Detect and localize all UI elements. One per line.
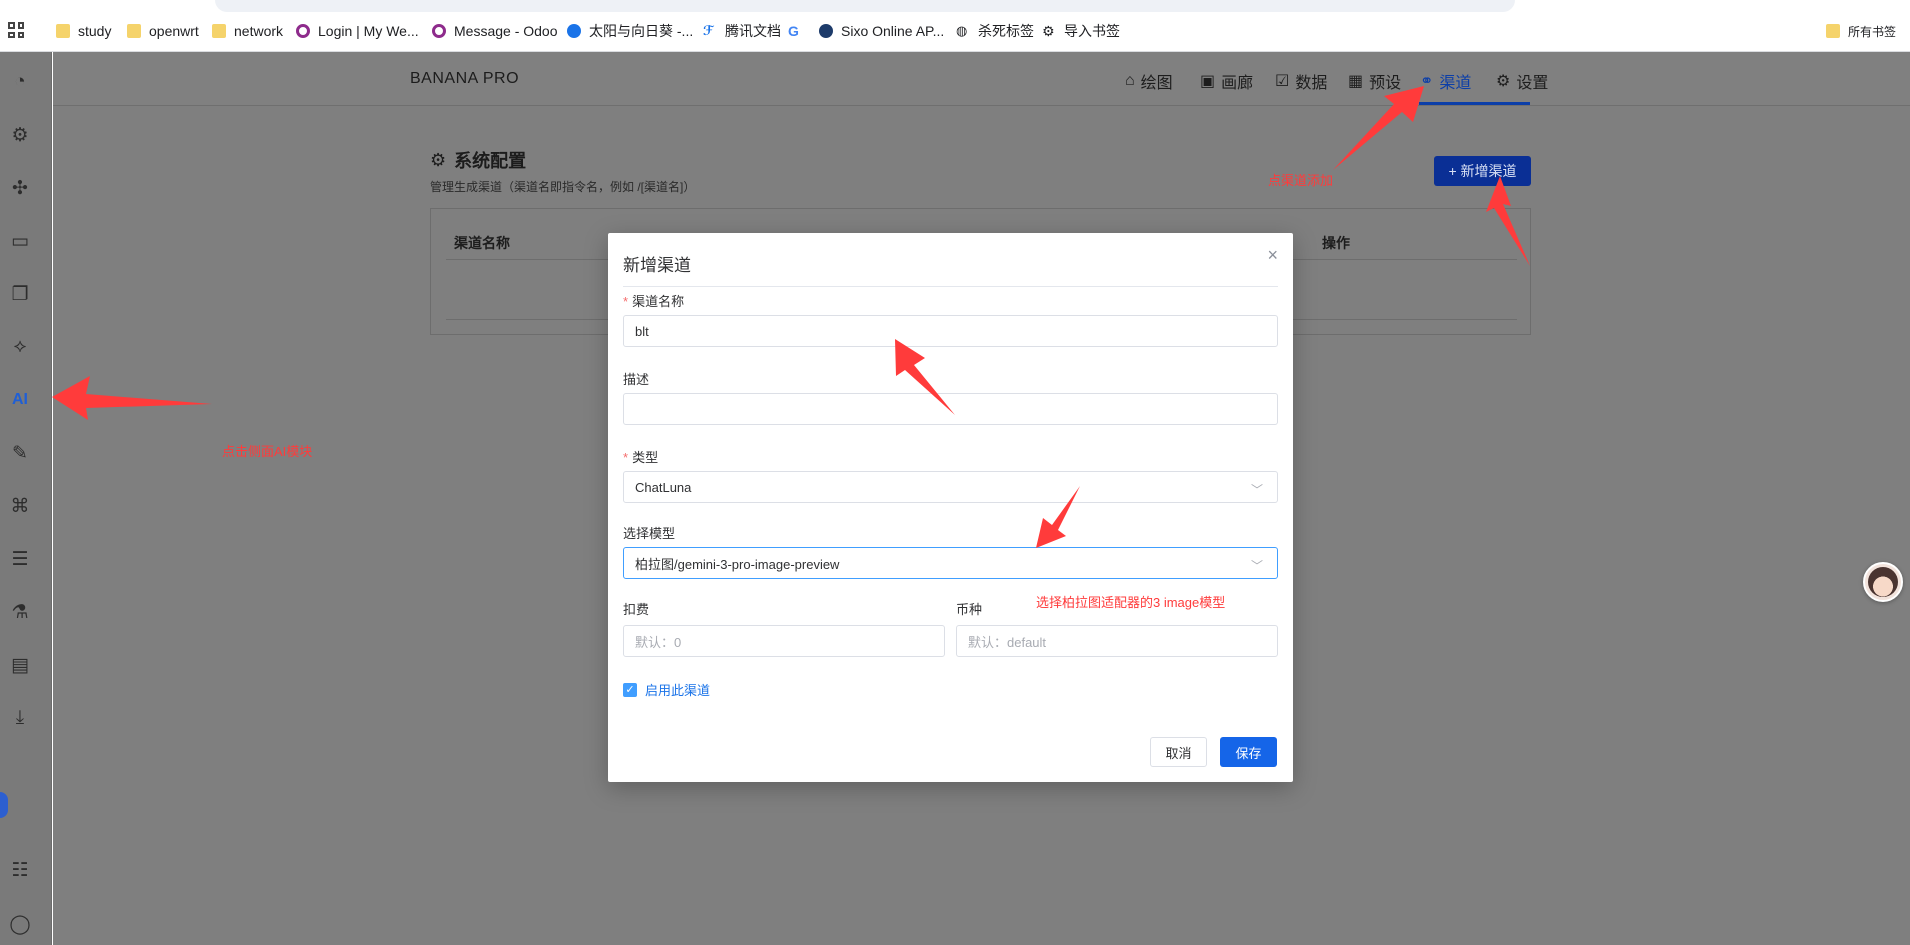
chevron-down-icon: ﹀: [1250, 483, 1263, 497]
nav-preset[interactable]: ▦ 预设: [1348, 69, 1401, 93]
enable-channel-checkbox[interactable]: ✓ 启用此渠道: [623, 680, 710, 699]
copy-icon[interactable]: ❐: [8, 282, 32, 306]
folder-icon: [127, 24, 141, 38]
page-title: ⚙ 系统配置: [430, 149, 527, 172]
bookmark-sixo[interactable]: Sixo Online AP...: [819, 20, 944, 42]
top-nav-bar: BANANA PRO ⌂ 绘图 ▣ 画廊 ☑ 数据 ▦ 预设 ⚭ 渠道 ⚙ 设置: [53, 52, 1910, 106]
apps-grid-icon[interactable]: [8, 22, 24, 38]
close-icon[interactable]: ×: [1267, 245, 1278, 266]
annotation-add-channel: 点渠道添加: [1268, 173, 1334, 188]
clipboard-icon[interactable]: ▤: [8, 653, 32, 677]
puzzle-icon[interactable]: ✣: [8, 176, 32, 200]
gear-icon: ⚙: [1042, 23, 1055, 39]
add-channel-button[interactable]: + 新增渠道: [1434, 156, 1531, 186]
active-tab-indicator: [1419, 102, 1530, 105]
avatar-face: [1868, 567, 1898, 597]
brush-icon: ⌂: [1125, 72, 1135, 89]
channel-name-label: * 渠道名称: [623, 294, 685, 309]
description-input[interactable]: [623, 393, 1278, 425]
bookmark-import[interactable]: ⚙ 导入书签: [1042, 20, 1120, 42]
type-select[interactable]: ChatLuna ﹀: [623, 471, 1278, 503]
column-header-actions: 操作: [1322, 235, 1350, 251]
dialog-title: 新增渠道: [623, 256, 691, 275]
brand-title: BANANA PRO: [410, 70, 520, 87]
bookmark-tencent-docs[interactable]: ℱ 腾讯文档: [703, 20, 781, 42]
network-icon[interactable]: ⟡: [8, 335, 32, 359]
gear-icon: ⚙: [1496, 73, 1511, 90]
column-header-name: 渠道名称: [454, 235, 510, 251]
bookmark-sunflower[interactable]: 太阳与向日葵 -...: [567, 20, 693, 42]
bookmark-all[interactable]: 所有书签: [1826, 20, 1896, 42]
bookmark-kill-tabs[interactable]: ◍ 杀死标签: [956, 20, 1034, 42]
data-icon: ☑: [1275, 73, 1290, 90]
annotation-select-model: 选择柏拉图适配器的3 image模型: [1036, 595, 1226, 610]
globe-icon: ◍: [956, 23, 968, 38]
flask-icon[interactable]: ⚗: [8, 600, 32, 624]
add-channel-dialog: 新增渠道 × * 渠道名称 blt 描述 * 类型 ChatLuna ﹀ 选择模型 柏…: [608, 233, 1293, 782]
tencent-docs-icon: ℱ: [703, 23, 714, 38]
currency-input[interactable]: 默认：default: [956, 625, 1278, 657]
google-icon: G: [788, 23, 799, 39]
nav-draw[interactable]: ⌂ 绘图: [1125, 69, 1173, 93]
bookmark-odoo[interactable]: Message - Odoo: [432, 20, 558, 42]
bookmark-google[interactable]: G: [788, 20, 810, 42]
edit-icon[interactable]: ✎: [8, 441, 32, 465]
check-icon: ✓: [623, 682, 637, 697]
folder-icon: [1826, 24, 1840, 38]
cancel-button[interactable]: 取消: [1150, 737, 1207, 767]
image-icon: ▣: [1200, 73, 1216, 90]
ai-icon[interactable]: AI: [8, 388, 32, 412]
folder-icon: [212, 24, 226, 38]
nav-channel[interactable]: ⚭ 渠道: [1420, 69, 1471, 93]
annotation-click-ai: 点击侧面AI模块: [222, 444, 313, 459]
description-label: 描述: [623, 372, 650, 387]
bookmark-network[interactable]: network: [212, 20, 283, 42]
currency-label: 币种: [956, 602, 983, 617]
bookmark-study[interactable]: study: [56, 20, 111, 42]
gear-icon[interactable]: ⚙: [8, 123, 32, 147]
cost-label: 扣费: [623, 602, 650, 617]
channel-name-input[interactable]: blt: [623, 315, 1278, 347]
command-icon[interactable]: ⌘: [8, 494, 32, 518]
dialog-divider: [623, 286, 1278, 287]
rail-indicator: [0, 792, 8, 818]
bookmark-login[interactable]: Login | My We...: [296, 20, 419, 42]
sixo-icon: [819, 24, 833, 38]
type-label: * 类型: [623, 450, 659, 465]
chevron-down-icon: ﹀: [1250, 559, 1263, 573]
nav-gallery[interactable]: ▣ 画廊: [1200, 69, 1253, 93]
preset-icon: ▦: [1348, 73, 1364, 90]
bookmark-openwrt[interactable]: openwrt: [127, 20, 199, 42]
address-bar-edge: [215, 0, 1515, 12]
ring-icon: [296, 24, 310, 38]
download-icon[interactable]: ⤓: [8, 706, 32, 730]
model-label: 选择模型: [623, 526, 676, 541]
nav-data[interactable]: ☑ 数据: [1275, 69, 1327, 93]
nav-settings[interactable]: ⚙ 设置: [1496, 69, 1548, 93]
bookmarks-bar: study openwrt network Login | My We... M…: [0, 0, 1910, 52]
ring-icon: [432, 24, 446, 38]
gear-icon: ⚙: [430, 149, 447, 170]
model-select[interactable]: 柏拉图/gemini-3-pro-image-preview ﹀: [623, 547, 1278, 579]
assistant-avatar[interactable]: [1863, 562, 1903, 602]
save-button[interactable]: 保存: [1220, 737, 1277, 767]
sliders-icon[interactable]: ☷: [8, 858, 32, 882]
page-description: 管理生成渠道（渠道名即指令名，例如 /[渠道名]）: [430, 180, 696, 194]
blue-circle-icon: [567, 24, 581, 38]
user-icon[interactable]: ◯: [8, 912, 32, 936]
dashboard-icon[interactable]: ◔: [8, 70, 32, 94]
database-icon[interactable]: ☰: [8, 547, 32, 571]
folder-icon: [56, 24, 70, 38]
box-icon[interactable]: ▭: [8, 229, 32, 253]
channel-icon: ⚭: [1420, 73, 1434, 90]
cost-input[interactable]: 默认：0: [623, 625, 945, 657]
